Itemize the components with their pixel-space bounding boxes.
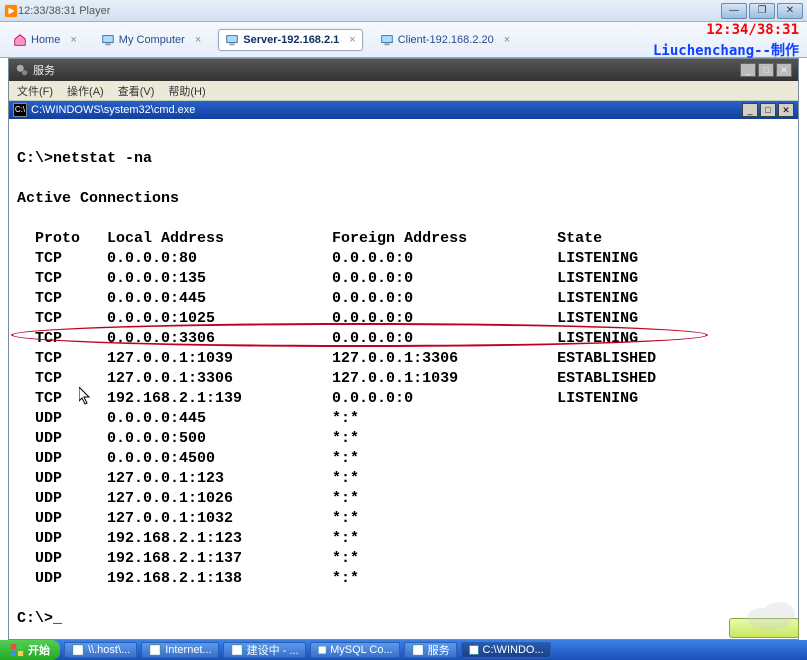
app-icon xyxy=(71,643,85,657)
player-icon xyxy=(4,4,18,18)
mouse-cursor-icon xyxy=(79,387,91,405)
vm-minimize-button[interactable]: — xyxy=(721,3,747,19)
windows-logo-icon xyxy=(10,643,24,657)
cmd-titlebar: C:\ C:\WINDOWS\system32\cmd.exe _ □ ✕ xyxy=(9,101,798,119)
computer-icon xyxy=(101,33,115,47)
tab-label: Client-192.168.2.20 xyxy=(398,34,494,46)
server-icon xyxy=(225,33,239,47)
services-titlebar: 服务 _ □ ✕ xyxy=(9,59,798,81)
taskbar-item[interactable]: C:\WINDO... xyxy=(461,642,551,658)
inner-window: 服务 _ □ ✕ 文件(F) 操作(A) 查看(V) 帮助(H) C:\ C:\WIN… xyxy=(8,58,799,640)
services-title: 服务 xyxy=(33,62,55,78)
menu-item[interactable]: 文件(F) xyxy=(17,83,53,99)
tab-client-192-168-2-20[interactable]: Client-192.168.2.20 × xyxy=(373,29,517,51)
taskbar: 开始 \\.host\... Internet... 建设中 - ... MySQL … xyxy=(0,640,807,660)
services-minimize-button[interactable]: _ xyxy=(740,63,756,77)
services-menubar: 文件(F) 操作(A) 查看(V) 帮助(H) xyxy=(9,81,798,101)
tab-close-icon[interactable]: × xyxy=(504,34,510,46)
taskbar-item-label: Internet... xyxy=(165,644,211,656)
vm-maximize-button[interactable]: ❐ xyxy=(749,3,775,19)
taskbar-item[interactable]: 服务 xyxy=(404,642,457,658)
home-icon xyxy=(13,33,27,47)
menu-item[interactable]: 查看(V) xyxy=(118,83,155,99)
tab-close-icon[interactable]: × xyxy=(349,34,355,46)
cmd-title-text: C:\WINDOWS\system32\cmd.exe xyxy=(31,104,195,116)
vm-titlebar: 12:33/38:31 Player — ❐ ✕ xyxy=(0,0,807,22)
cmd-minimize-button[interactable]: _ xyxy=(742,103,758,117)
gears-icon xyxy=(15,63,29,77)
app-icon xyxy=(317,643,327,657)
taskbar-item[interactable]: MySQL Co... xyxy=(310,642,400,658)
highlight-ellipse xyxy=(11,323,708,347)
tab-close-icon[interactable]: × xyxy=(70,34,76,46)
vm-title: 12:33/38:31 Player xyxy=(18,5,721,17)
overlay-credit: Liuchenchang--制作 xyxy=(653,40,799,60)
menu-item[interactable]: 操作(A) xyxy=(67,83,104,99)
taskbar-item-label: C:\WINDO... xyxy=(483,644,544,656)
app-icon xyxy=(148,643,162,657)
overlay-time: 12:34/38:31 xyxy=(706,22,799,38)
taskbar-item-label: 建设中 - ... xyxy=(247,642,299,658)
cmd-maximize-button[interactable]: □ xyxy=(760,103,776,117)
menu-item[interactable]: 帮助(H) xyxy=(168,83,205,99)
taskbar-item[interactable]: \\.host\... xyxy=(64,642,137,658)
services-maximize-button[interactable]: □ xyxy=(758,63,774,77)
tab-my-computer[interactable]: My Computer × xyxy=(94,29,208,51)
cmd-icon: C:\ xyxy=(13,103,27,117)
tab-label: My Computer xyxy=(119,34,185,46)
cmd-output[interactable]: C:\>netstat -na Active Connections Proto… xyxy=(9,119,798,639)
cmd-close-button[interactable]: ✕ xyxy=(778,103,794,117)
unknown-green-button[interactable] xyxy=(729,618,799,638)
tab-home[interactable]: Home × xyxy=(6,29,84,51)
taskbar-item[interactable]: Internet... xyxy=(141,642,218,658)
start-button[interactable]: 开始 xyxy=(0,640,60,660)
taskbar-item-label: \\.host\... xyxy=(88,644,130,656)
tab-server-192-168-2-1[interactable]: Server-192.168.2.1 × xyxy=(218,29,362,51)
start-label: 开始 xyxy=(28,642,50,658)
client-icon xyxy=(380,33,394,47)
taskbar-item[interactable]: 建设中 - ... xyxy=(223,642,306,658)
taskbar-item-label: 服务 xyxy=(428,642,450,658)
services-close-button[interactable]: ✕ xyxy=(776,63,792,77)
app-icon xyxy=(411,643,425,657)
app-icon xyxy=(230,643,244,657)
tab-close-icon[interactable]: × xyxy=(195,34,201,46)
vm-close-button[interactable]: ✕ xyxy=(777,3,803,19)
taskbar-item-label: MySQL Co... xyxy=(330,644,393,656)
app-icon xyxy=(468,643,480,657)
tab-label: Server-192.168.2.1 xyxy=(243,34,339,46)
tab-label: Home xyxy=(31,34,60,46)
